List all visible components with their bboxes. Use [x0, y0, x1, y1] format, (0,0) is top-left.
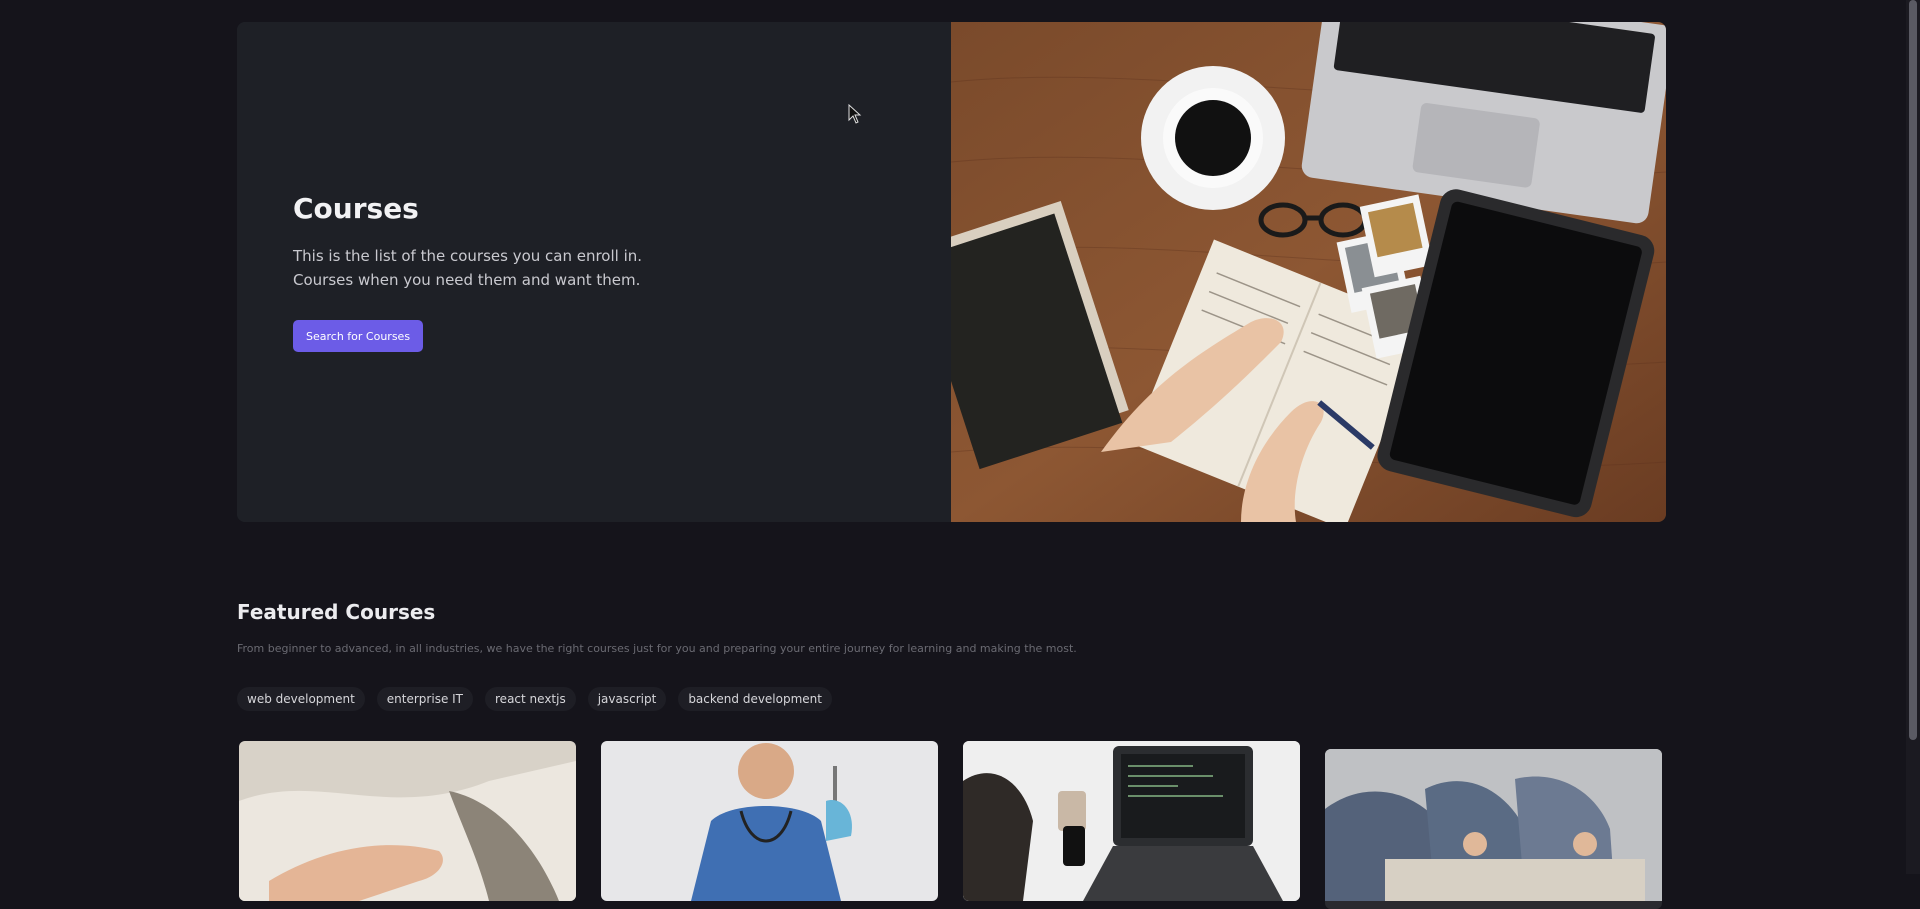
- tag-react-nextjs[interactable]: react nextjs: [485, 687, 576, 711]
- tag-javascript[interactable]: javascript: [587, 687, 667, 711]
- hero-description: This is the list of the courses you can …: [293, 244, 713, 292]
- tag-enterprise-it[interactable]: enterprise IT: [376, 687, 474, 711]
- course-card[interactable]: [601, 741, 938, 901]
- course-card[interactable]: [963, 741, 1300, 901]
- course-card-image: [963, 741, 1300, 901]
- course-card-image: [601, 741, 938, 901]
- featured-courses-title: Featured Courses: [237, 600, 436, 624]
- hero-image: [951, 22, 1666, 522]
- tag-list: web development enterprise IT react next…: [237, 687, 832, 711]
- course-card[interactable]: [1325, 749, 1662, 909]
- course-card-image: [1325, 749, 1662, 901]
- desk-illustration: [951, 22, 1666, 522]
- mouse-cursor-icon: [848, 104, 862, 124]
- page-scrollbar[interactable]: [1906, 0, 1920, 874]
- hero-text-panel: Courses This is the list of the courses …: [237, 22, 951, 522]
- search-courses-button[interactable]: Search for Courses: [293, 320, 424, 352]
- tag-backend-development[interactable]: backend development: [678, 687, 832, 711]
- hero-section: Courses This is the list of the courses …: [237, 22, 1666, 522]
- hero-description-line-1: This is the list of the courses you can …: [293, 247, 643, 265]
- tag-web-development[interactable]: web development: [237, 687, 365, 711]
- course-card[interactable]: [239, 741, 576, 901]
- page-title: Courses: [293, 192, 419, 225]
- scrollbar-thumb[interactable]: [1909, 0, 1917, 740]
- featured-courses-description: From beginner to advanced, in all indust…: [237, 642, 1077, 655]
- hero-description-line-2: Courses when you need them and want them…: [293, 271, 641, 289]
- course-card-image: [239, 741, 576, 901]
